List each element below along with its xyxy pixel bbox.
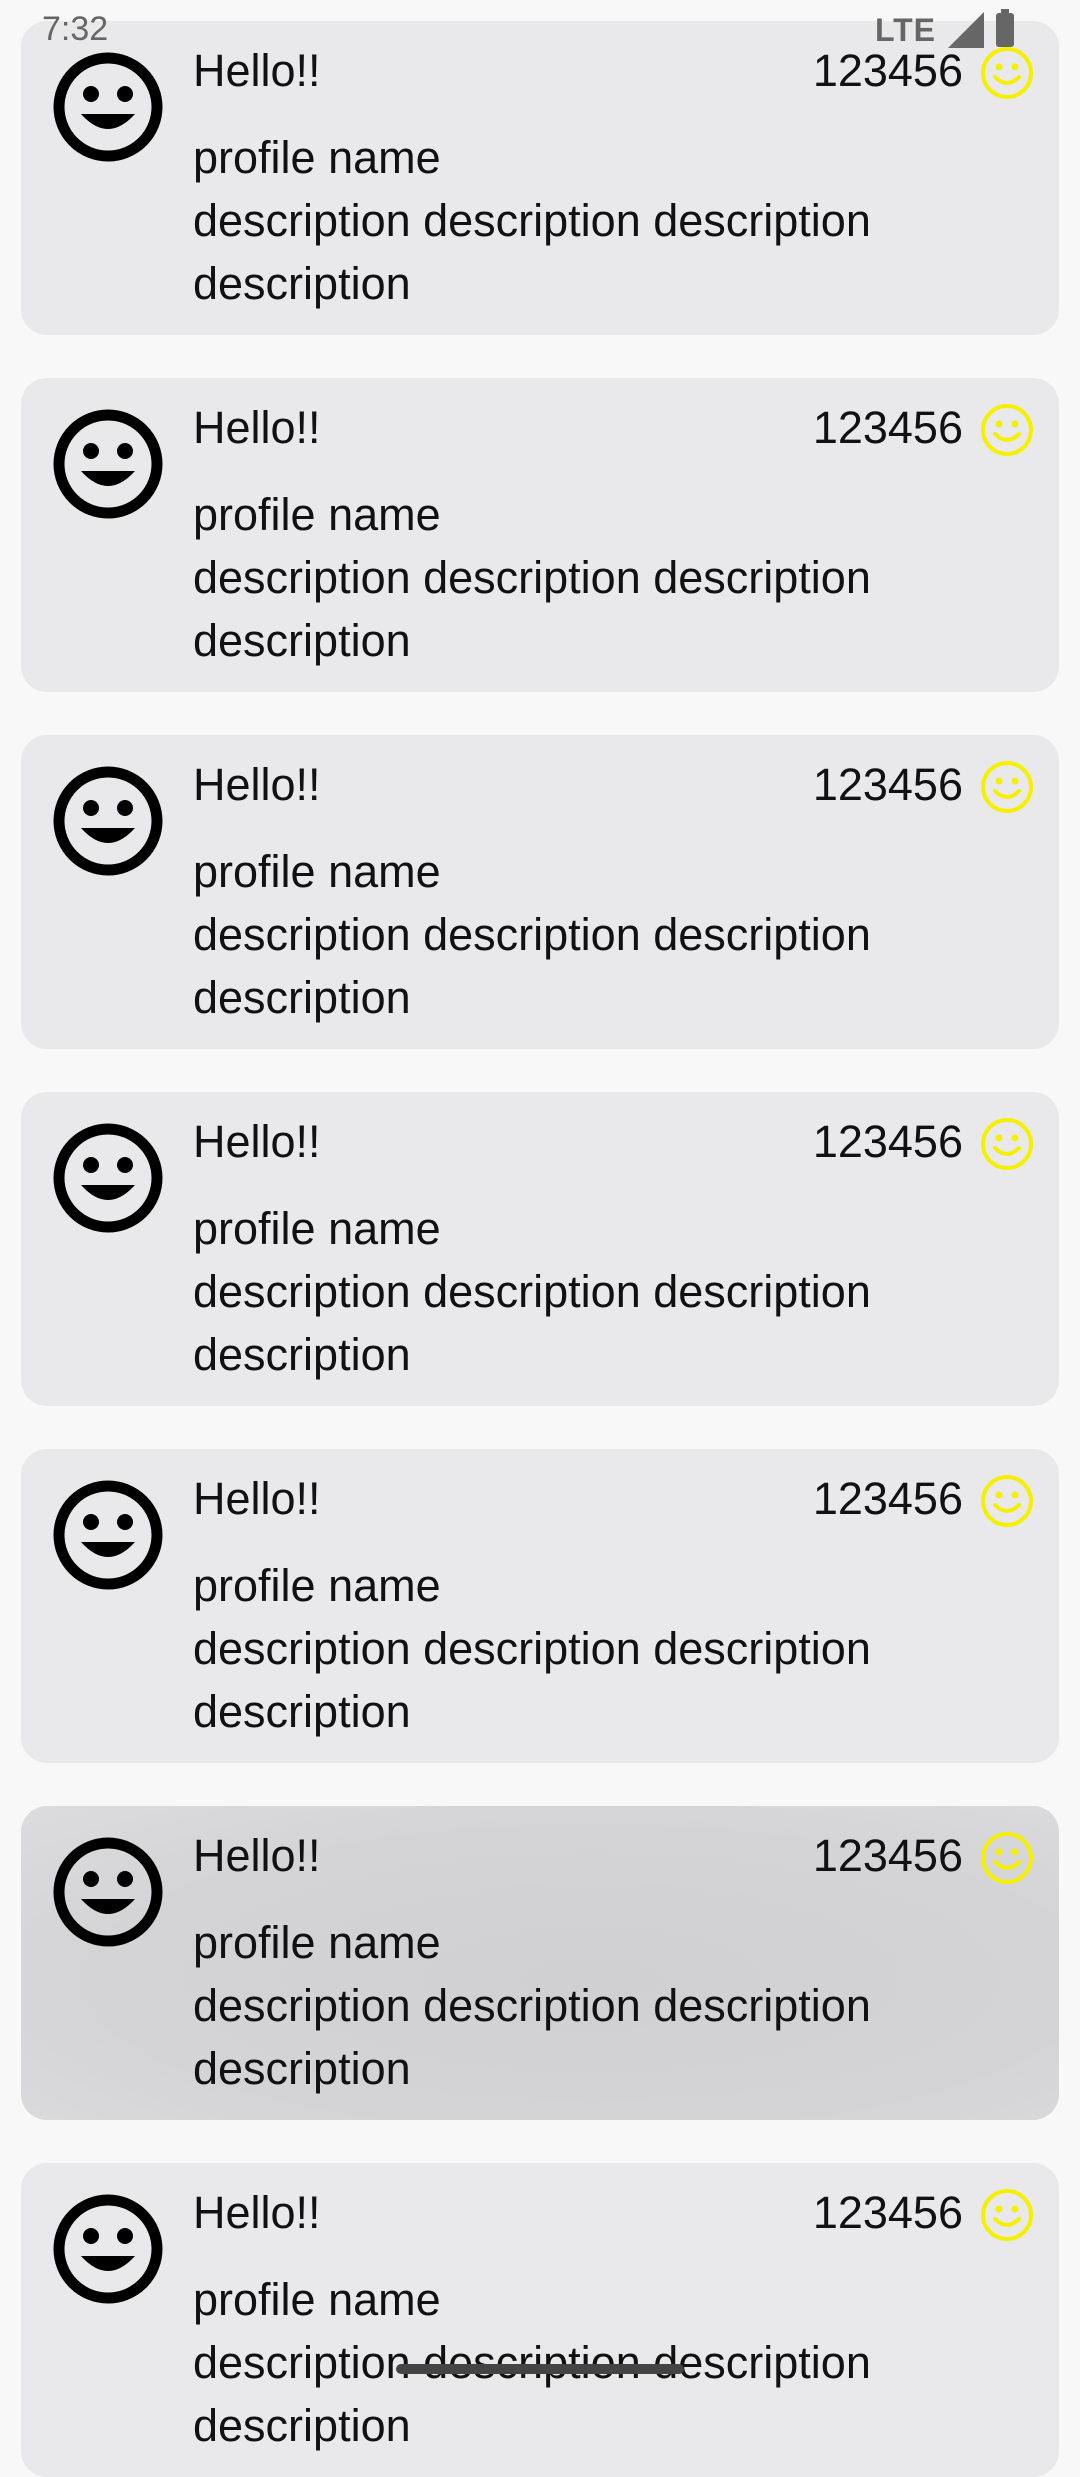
card-number: 123456 <box>812 402 963 453</box>
profile-card[interactable]: Hello!! 123456 profile name description des… <box>21 378 1059 692</box>
card-description: description description description <box>193 552 871 603</box>
smiley-face-icon <box>53 1480 163 1590</box>
card-description: description description description <box>193 909 871 960</box>
signal-icon <box>948 12 984 48</box>
card-description-cont: description <box>193 258 411 309</box>
profile-card[interactable]: Hello!! 123456 profile name description des… <box>21 1092 1059 1406</box>
yellow-smiley-icon[interactable] <box>979 1116 1035 1172</box>
profile-name: profile name <box>193 846 441 897</box>
smiley-face-icon <box>53 2194 163 2304</box>
profile-name: profile name <box>193 132 441 183</box>
smiley-face-icon <box>53 409 163 519</box>
card-description-cont: description <box>193 2400 411 2451</box>
card-title: Hello!! <box>193 1830 321 1881</box>
yellow-smiley-icon[interactable] <box>979 2187 1035 2243</box>
card-description-cont: description <box>193 1329 411 1380</box>
card-title: Hello!! <box>193 2187 321 2238</box>
card-number: 123456 <box>812 759 963 810</box>
card-number: 123456 <box>812 1830 963 1881</box>
card-description: description description description <box>193 2337 871 2388</box>
smiley-face-icon <box>53 1837 163 1947</box>
profile-name: profile name <box>193 1917 441 1968</box>
profile-card[interactable]: Hello!! 123456 profile name description des… <box>21 2163 1059 2477</box>
card-description: description description description <box>193 1980 871 2031</box>
card-number: 123456 <box>812 1116 963 1167</box>
status-bar: 7:32 LTE <box>0 0 1080 60</box>
smiley-face-icon <box>53 766 163 876</box>
yellow-smiley-icon[interactable] <box>979 759 1035 815</box>
card-number: 123456 <box>812 2187 963 2238</box>
profile-card[interactable]: Hello!! 123456 profile name description des… <box>21 735 1059 1049</box>
profile-name: profile name <box>193 2274 441 2325</box>
card-number: 123456 <box>812 1473 963 1524</box>
card-description: description description description <box>193 1623 871 1674</box>
profile-name: profile name <box>193 1560 441 1611</box>
profile-name: profile name <box>193 489 441 540</box>
card-description-cont: description <box>193 972 411 1023</box>
profile-card[interactable]: Hello!! 123456 profile name description des… <box>21 21 1059 335</box>
profile-name: profile name <box>193 1203 441 1254</box>
smiley-face-icon <box>53 52 163 162</box>
yellow-smiley-icon[interactable] <box>979 402 1035 458</box>
gesture-nav-handle[interactable] <box>396 2364 684 2374</box>
battery-icon <box>996 9 1014 47</box>
card-description-cont: description <box>193 2043 411 2094</box>
card-description-cont: description <box>193 615 411 666</box>
card-title: Hello!! <box>193 402 321 453</box>
card-description: description description description <box>193 1266 871 1317</box>
card-title: Hello!! <box>193 759 321 810</box>
network-type: LTE <box>874 11 936 48</box>
status-indicators: LTE <box>874 9 1014 50</box>
profile-card[interactable]: Hello!! 123456 profile name description des… <box>21 1449 1059 1763</box>
yellow-smiley-icon[interactable] <box>979 1473 1035 1529</box>
profile-card[interactable]: Hello!! 123456 profile name description des… <box>21 1806 1059 2120</box>
smiley-face-icon <box>53 1123 163 1233</box>
card-description: description description description <box>193 195 871 246</box>
card-title: Hello!! <box>193 1473 321 1524</box>
yellow-smiley-icon[interactable] <box>979 1830 1035 1886</box>
card-description-cont: description <box>193 1686 411 1737</box>
card-title: Hello!! <box>193 1116 321 1167</box>
status-time: 7:32 <box>42 10 109 48</box>
